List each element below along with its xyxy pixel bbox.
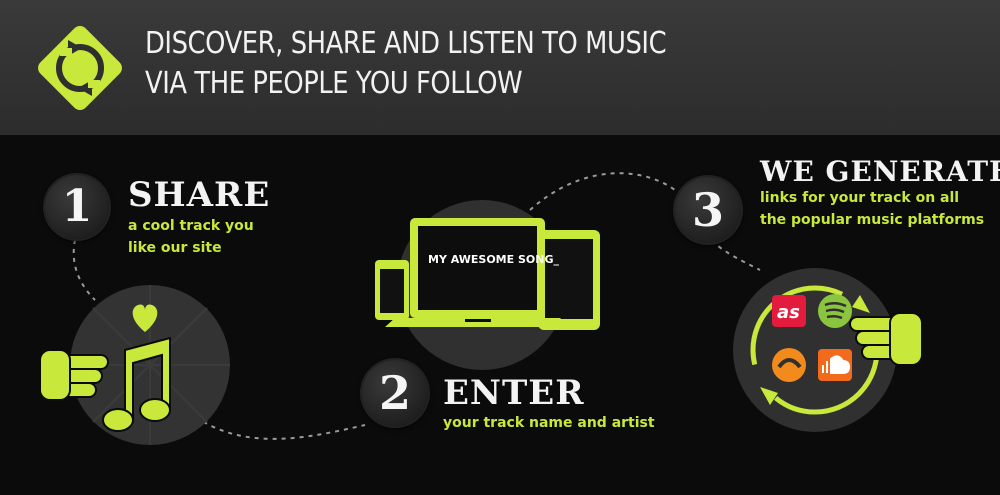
headline-line-2: VIA THE PEOPLE YOU FOLLOW (145, 66, 523, 101)
laptop-screen-text: MY AWESOME SONG_ (428, 253, 559, 266)
step-number-1: 1 (45, 175, 109, 239)
header-banner: DISCOVER, SHARE AND LISTEN TO MUSIC VIA … (0, 0, 1000, 135)
step-sub-share: a cool track you like our site (128, 215, 254, 259)
headline-line-1: DISCOVER, SHARE AND LISTEN TO MUSIC (145, 26, 667, 61)
step-title-share: SHARE (128, 175, 271, 215)
share-illustration (39, 285, 230, 445)
page-headline: DISCOVER, SHARE AND LISTEN TO MUSIC VIA … (145, 24, 667, 104)
step-sub-generate: links for your track on all the popular … (760, 187, 984, 231)
platforms-illustration: as (733, 268, 923, 432)
sync-arrows-icon (38, 26, 122, 110)
lastfm-icon: as (772, 295, 806, 327)
svg-text:as: as (777, 302, 800, 323)
grooveshark-icon (772, 348, 806, 382)
step-title-generate: WE GENERATE (760, 155, 1000, 188)
soundcloud-icon (818, 349, 852, 381)
step-sub-share-line-2: like our site (128, 240, 222, 256)
step-sub-enter: your track name and artist (443, 415, 655, 431)
step-sub-share-line-1: a cool track you (128, 218, 254, 234)
step-title-enter: ENTER (443, 373, 585, 413)
step-number-3: 3 (675, 177, 741, 243)
step-number-2: 2 (362, 360, 428, 426)
step-sub-generate-line-2: the popular music platforms (760, 212, 985, 228)
devices-illustration: MY AWESOME SONG_ (375, 200, 600, 370)
step-sub-generate-line-1: links for your track on all (760, 190, 960, 206)
how-it-works: 1 SHARE a cool track you like our site M… (0, 135, 1000, 495)
spotify-icon (818, 294, 852, 328)
